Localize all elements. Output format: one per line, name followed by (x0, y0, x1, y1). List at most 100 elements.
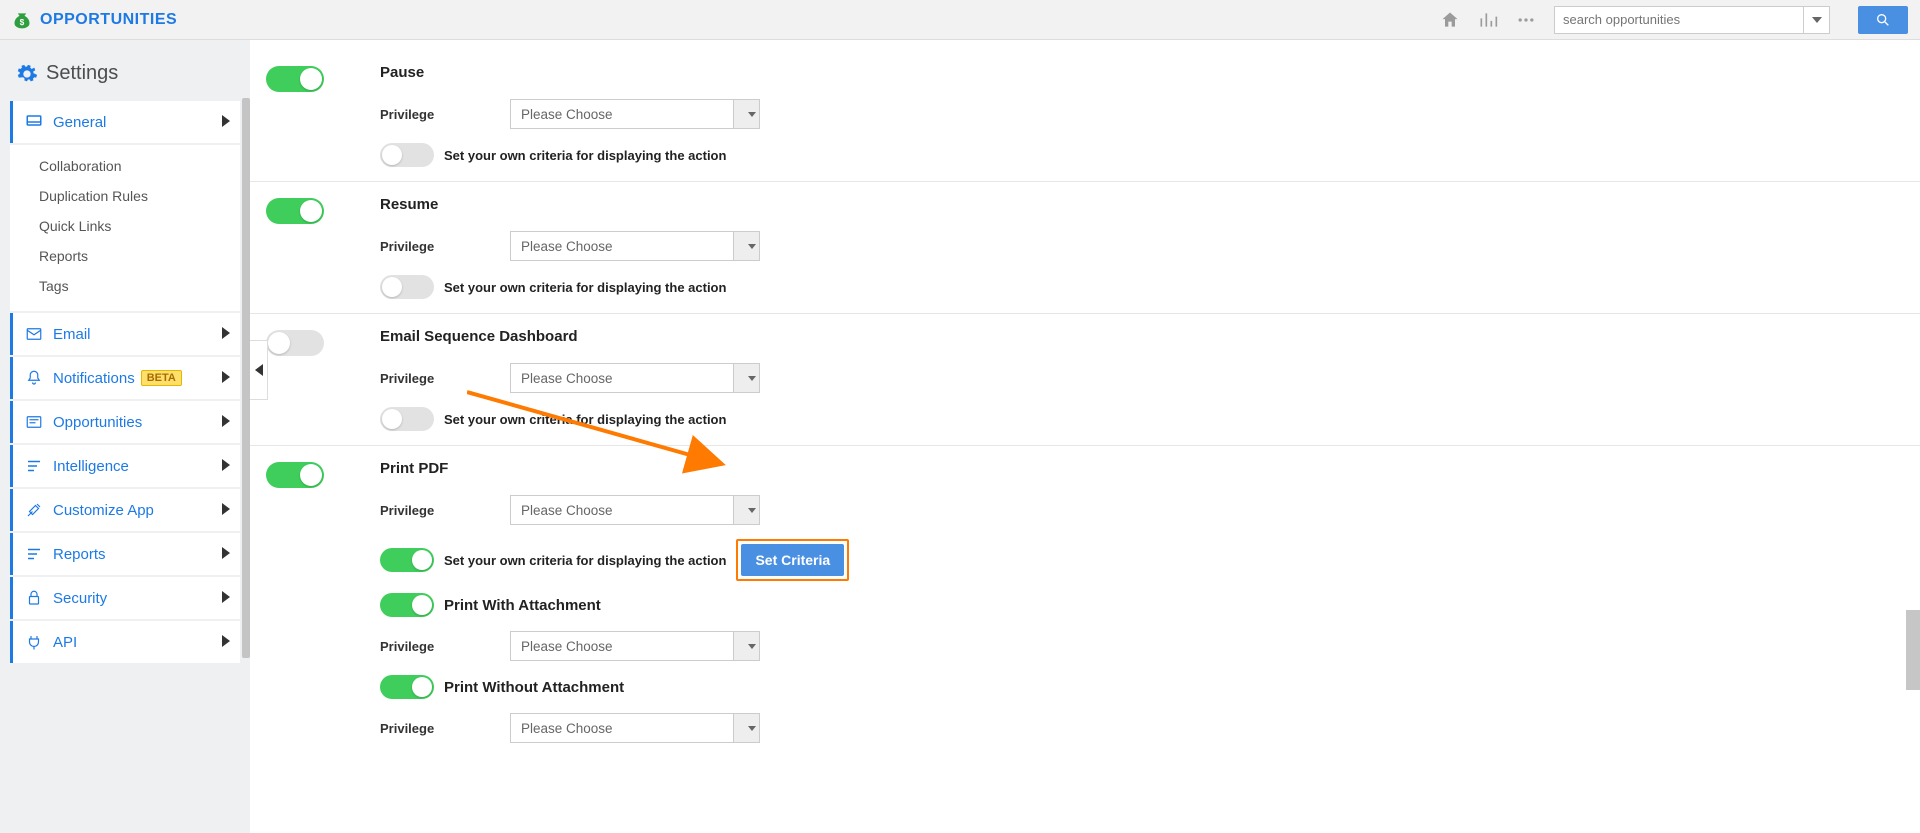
chevron-right-icon (222, 326, 230, 342)
svg-text:$: $ (20, 17, 25, 27)
tools-icon (25, 501, 43, 519)
select-value: Please Choose (511, 503, 613, 518)
privilege-label: Privilege (380, 721, 510, 736)
nav-label: Email (53, 326, 91, 343)
nav-reports[interactable]: Reports (10, 533, 240, 575)
toggle-resume[interactable] (266, 198, 324, 224)
privilege-label: Privilege (380, 371, 510, 386)
brand-title: OPPORTUNITIES (40, 11, 177, 29)
settings-sidebar: Settings General Collaboration Duplicati… (0, 40, 250, 833)
chevron-down-icon (733, 632, 759, 660)
beta-badge: BETA (141, 370, 182, 386)
chart-icon[interactable] (1478, 10, 1498, 30)
select-value: Please Choose (511, 371, 613, 386)
privilege-select[interactable]: Please Choose (510, 363, 760, 393)
nav-label: Security (53, 590, 107, 607)
privilege-select[interactable]: Please Choose (510, 495, 760, 525)
select-value: Please Choose (511, 239, 613, 254)
nav-security[interactable]: Security (10, 577, 240, 619)
toggle-without-attachment[interactable] (380, 675, 434, 699)
privilege-label: Privilege (380, 503, 510, 518)
chevron-down-icon (733, 496, 759, 524)
annotation-highlight: Set Criteria (736, 539, 849, 581)
chevron-down-icon (733, 232, 759, 260)
criteria-label: Set your own criteria for displaying the… (444, 412, 726, 427)
subsection-without-attachment: Print Without Attachment Privilege Pleas… (380, 675, 1920, 743)
settings-header: Settings (10, 58, 240, 101)
search-dropdown[interactable] (1804, 6, 1830, 34)
row-title: Print PDF (380, 460, 1920, 477)
lock-icon (25, 589, 43, 607)
toggle-criteria-pause[interactable] (380, 143, 434, 167)
nav-notifications[interactable]: Notifications BETA (10, 357, 240, 399)
chevron-down-icon (733, 100, 759, 128)
set-criteria-button[interactable]: Set Criteria (741, 544, 844, 576)
criteria-label: Set your own criteria for displaying the… (444, 553, 726, 568)
chevron-down-icon (733, 714, 759, 742)
privilege-select[interactable]: Please Choose (510, 99, 760, 129)
sidebar-scrollbar[interactable] (242, 98, 250, 658)
chevron-right-icon (222, 414, 230, 430)
nav-customize-app[interactable]: Customize App (10, 489, 240, 531)
nav-label: Reports (53, 546, 106, 563)
nav-label: Intelligence (53, 458, 129, 475)
privilege-label: Privilege (380, 239, 510, 254)
sub-reports[interactable]: Reports (13, 241, 240, 271)
nav-intelligence[interactable]: Intelligence (10, 445, 240, 487)
lines-icon (25, 545, 43, 563)
main-scrollbar[interactable] (1906, 610, 1920, 690)
select-value: Please Choose (511, 107, 613, 122)
nav-label: Notifications (53, 370, 135, 387)
sidebar-collapse-button[interactable] (250, 340, 268, 400)
sub-quick-links[interactable]: Quick Links (13, 211, 240, 241)
chevron-right-icon (222, 634, 230, 650)
chevron-down-icon (733, 364, 759, 392)
toggle-criteria-printpdf[interactable] (380, 548, 434, 572)
home-icon[interactable] (1440, 10, 1460, 30)
more-icon[interactable] (1516, 10, 1536, 30)
select-value: Please Choose (511, 639, 613, 654)
privilege-select[interactable]: Please Choose (510, 231, 760, 261)
row-title: Pause (380, 64, 1920, 81)
subsection-with-attachment: Print With Attachment Privilege Please C… (380, 593, 1920, 661)
subsection-title: Print Without Attachment (444, 679, 624, 696)
topbar-actions (1440, 6, 1908, 34)
chevron-right-icon (222, 502, 230, 518)
action-row-printpdf: Print PDF Privilege Please Choose Set yo… (250, 446, 1920, 771)
lines-icon (25, 457, 43, 475)
settings-title: Settings (46, 62, 118, 85)
main-content: Pause Privilege Please Choose Set your o… (250, 40, 1920, 833)
sub-collaboration[interactable]: Collaboration (13, 151, 240, 181)
card-icon (25, 413, 43, 431)
row-title: Email Sequence Dashboard (380, 328, 1920, 345)
toggle-printpdf[interactable] (266, 462, 324, 488)
chevron-right-icon (222, 370, 230, 386)
select-value: Please Choose (511, 721, 613, 736)
action-row-pause: Pause Privilege Please Choose Set your o… (250, 50, 1920, 182)
toggle-criteria-resume[interactable] (380, 275, 434, 299)
nav-opportunities[interactable]: Opportunities (10, 401, 240, 443)
criteria-label: Set your own criteria for displaying the… (444, 148, 726, 163)
sub-duplication-rules[interactable]: Duplication Rules (13, 181, 240, 211)
search-button[interactable] (1858, 6, 1908, 34)
moneybag-icon: $ (12, 10, 32, 30)
privilege-select[interactable]: Please Choose (510, 631, 760, 661)
chevron-right-icon (222, 114, 230, 130)
nav-email[interactable]: Email (10, 313, 240, 355)
privilege-select[interactable]: Please Choose (510, 713, 760, 743)
nav-api[interactable]: API (10, 621, 240, 663)
gear-icon (16, 63, 38, 85)
top-bar: $ OPPORTUNITIES (0, 0, 1920, 40)
chevron-right-icon (222, 458, 230, 474)
search-input[interactable] (1554, 6, 1804, 34)
subsection-title: Print With Attachment (444, 597, 601, 614)
toggle-pause[interactable] (266, 66, 324, 92)
row-title: Resume (380, 196, 1920, 213)
toggle-with-attachment[interactable] (380, 593, 434, 617)
bell-icon (25, 369, 43, 387)
toggle-criteria-dashboard[interactable] (380, 407, 434, 431)
privilege-label: Privilege (380, 107, 510, 122)
nav-general[interactable]: General (10, 101, 240, 143)
toggle-dashboard[interactable] (266, 330, 324, 356)
sub-tags[interactable]: Tags (13, 271, 240, 301)
